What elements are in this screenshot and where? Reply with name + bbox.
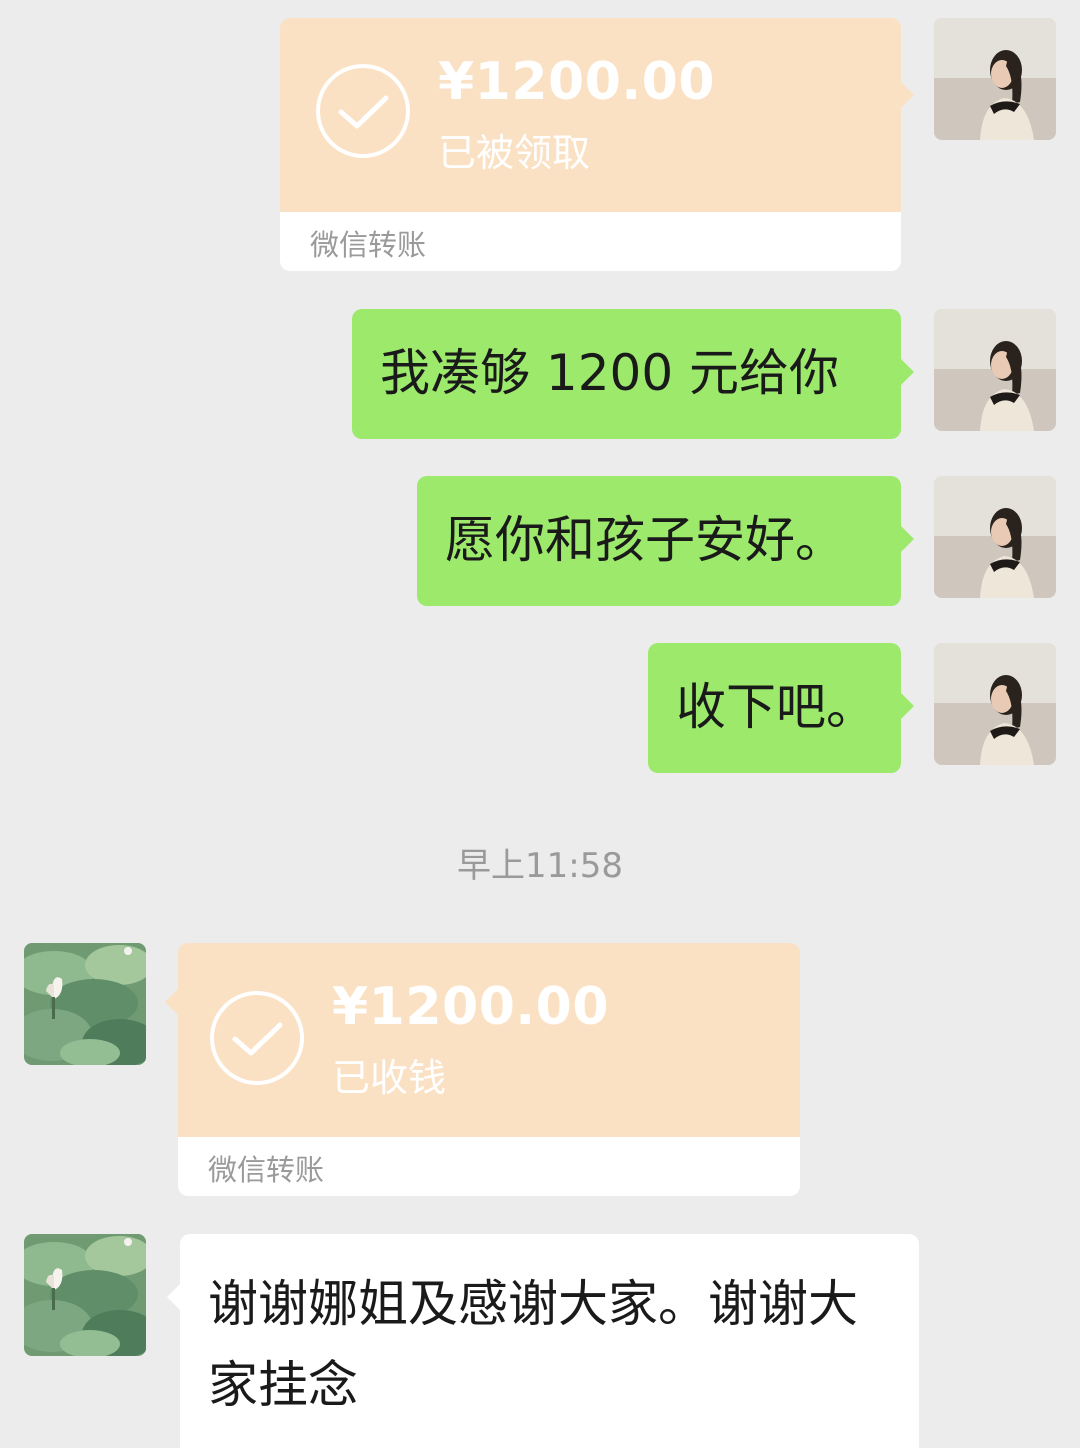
bubble-tail	[901, 693, 914, 719]
message-text: 谢谢娜姐及感谢大家。谢谢大家挂念	[208, 1275, 858, 1414]
contact-avatar[interactable]	[24, 1234, 146, 1356]
outgoing-text-bubble[interactable]: 我凑够 1200 元给你	[352, 309, 914, 439]
my-avatar[interactable]	[934, 476, 1056, 598]
bubble-tail	[165, 989, 178, 1015]
contact-avatar[interactable]	[24, 943, 146, 1065]
message-text: 愿你和孩子安好。	[445, 511, 845, 569]
transfer-status: 已被领取	[438, 131, 591, 175]
my-avatar[interactable]	[934, 18, 1056, 140]
bubble-tail	[901, 359, 914, 385]
bubble-tail	[901, 526, 914, 552]
woman-portrait-avatar	[934, 643, 1056, 765]
transfer-amount: ¥1200.00	[438, 52, 716, 112]
woman-portrait-avatar	[934, 18, 1056, 140]
transfer-footer-label: 微信转账	[310, 228, 427, 262]
transfer-card-footer: 微信转账	[280, 212, 901, 271]
bubble-tail	[901, 82, 914, 108]
incoming-text-bubble[interactable]: 谢谢娜姐及感谢大家。谢谢大家挂念	[167, 1234, 919, 1448]
chat-timestamp: 早上11:58	[457, 846, 623, 886]
check-circle-icon	[314, 62, 412, 160]
message-text: 收下吧。	[676, 678, 876, 736]
check-circle-icon	[208, 989, 306, 1087]
outgoing-text-bubble[interactable]: 收下吧。	[648, 643, 914, 773]
transfer-card-footer: 微信转账	[178, 1137, 800, 1196]
bubble-tail	[167, 1284, 180, 1310]
woman-portrait-avatar	[934, 476, 1056, 598]
message-text: 我凑够 1200 元给你	[380, 344, 840, 402]
outgoing-text-bubble[interactable]: 愿你和孩子安好。	[417, 476, 914, 606]
lotus-leaf-avatar	[24, 943, 146, 1065]
transfer-status: 已收钱	[332, 1056, 447, 1100]
transfer-footer-label: 微信转账	[208, 1153, 325, 1187]
my-avatar[interactable]	[934, 643, 1056, 765]
outgoing-transfer-card[interactable]: 微信转账 ¥1200.00 已被领取	[280, 18, 914, 271]
lotus-leaf-avatar	[24, 1234, 146, 1356]
woman-portrait-avatar	[934, 309, 1056, 431]
my-avatar[interactable]	[934, 309, 1056, 431]
transfer-amount: ¥1200.00	[332, 977, 610, 1037]
incoming-transfer-card[interactable]: 微信转账 ¥1200.00 已收钱	[165, 943, 800, 1196]
